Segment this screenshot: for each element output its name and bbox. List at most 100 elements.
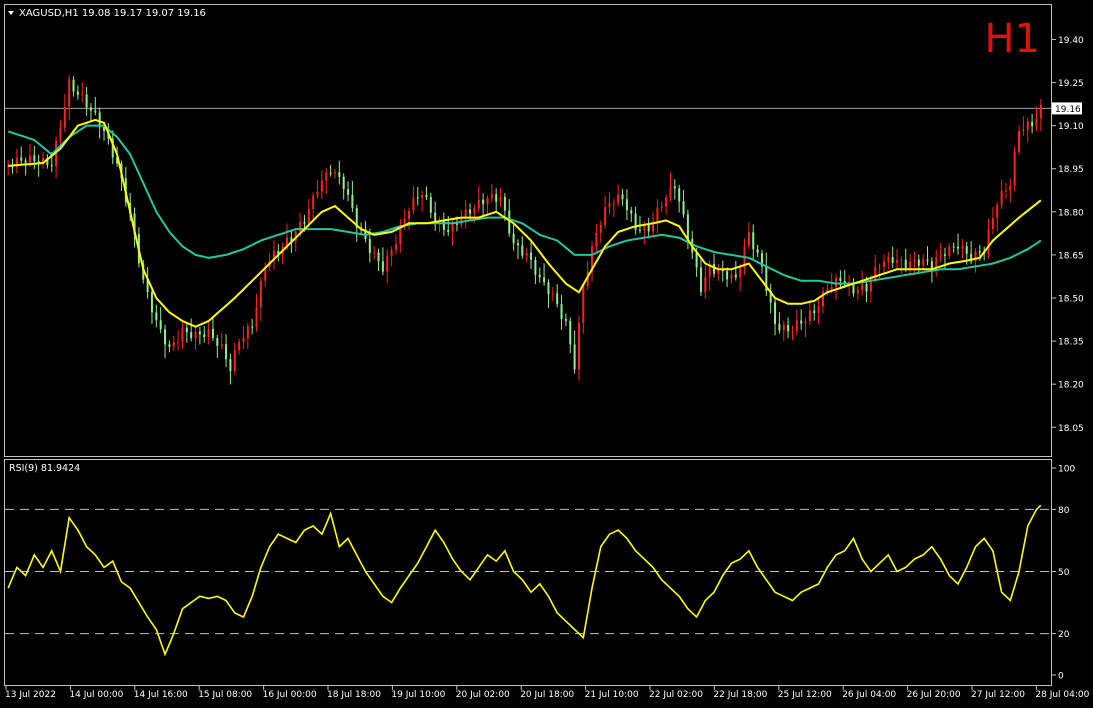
candle-body[interactable]: [342, 176, 345, 190]
candle-body[interactable]: [233, 349, 236, 372]
candle-body[interactable]: [1035, 118, 1038, 127]
candle-body[interactable]: [416, 197, 419, 199]
candle-body[interactable]: [726, 271, 729, 280]
candle-body[interactable]: [791, 330, 794, 332]
candle-body[interactable]: [81, 94, 84, 96]
candle-body[interactable]: [242, 338, 245, 342]
candle-body[interactable]: [220, 344, 223, 346]
candle-body[interactable]: [943, 254, 946, 256]
candle-body[interactable]: [856, 289, 859, 294]
candle-body[interactable]: [381, 261, 384, 272]
candle-body[interactable]: [394, 244, 397, 250]
candle-body[interactable]: [1018, 131, 1021, 152]
candle-body[interactable]: [229, 359, 232, 372]
candle-body[interactable]: [739, 267, 742, 278]
candle-body[interactable]: [512, 233, 515, 244]
candle-body[interactable]: [325, 172, 328, 181]
candle-body[interactable]: [333, 172, 336, 174]
candle-body[interactable]: [185, 327, 188, 333]
candle-body[interactable]: [556, 293, 559, 305]
candle-body[interactable]: [255, 307, 258, 328]
candle-body[interactable]: [530, 252, 533, 260]
candle-body[interactable]: [347, 189, 350, 195]
candle-body[interactable]: [159, 320, 162, 330]
candle-body[interactable]: [1013, 151, 1016, 186]
candle-body[interactable]: [68, 79, 71, 107]
candle-body[interactable]: [534, 259, 537, 275]
candle-body[interactable]: [469, 209, 472, 214]
symbol-header[interactable]: XAGUSD,H1 19.08 19.17 19.07 19.16: [8, 8, 206, 19]
candle-body[interactable]: [961, 246, 964, 249]
candle-body[interactable]: [50, 165, 53, 167]
trading-chart[interactable]: 19.40 19.25 19.10 18.95 18.80 18.65 18.50 18.35…: [0, 0, 1093, 708]
candle-body[interactable]: [913, 259, 916, 262]
candle-body[interactable]: [150, 292, 153, 313]
candle-body[interactable]: [804, 321, 807, 324]
candle-body[interactable]: [861, 284, 864, 290]
candle-body[interactable]: [787, 324, 790, 332]
candle-body[interactable]: [190, 332, 193, 339]
candle-body[interactable]: [595, 232, 598, 247]
candle-body[interactable]: [490, 194, 493, 199]
candle-body[interactable]: [312, 195, 315, 210]
candle-body[interactable]: [390, 249, 393, 256]
candle-body[interactable]: [882, 261, 885, 267]
candle-body[interactable]: [922, 259, 925, 266]
candle-body[interactable]: [172, 342, 175, 347]
candle-body[interactable]: [577, 322, 580, 370]
candle-body[interactable]: [617, 194, 620, 203]
candle-body[interactable]: [800, 320, 803, 324]
candle-body[interactable]: [547, 282, 550, 295]
candle-body[interactable]: [734, 274, 737, 278]
candle-body[interactable]: [560, 304, 563, 320]
candle-body[interactable]: [835, 277, 838, 288]
candle-body[interactable]: [164, 329, 167, 345]
candle-body[interactable]: [656, 207, 659, 222]
candle-body[interactable]: [647, 224, 650, 232]
candle-body[interactable]: [216, 337, 219, 346]
candle-body[interactable]: [564, 319, 567, 321]
candle-body[interactable]: [246, 326, 249, 339]
candle-body[interactable]: [682, 201, 685, 215]
candle-body[interactable]: [28, 155, 31, 163]
candle-body[interactable]: [730, 274, 733, 280]
candle-body[interactable]: [198, 331, 201, 335]
candle-body[interactable]: [621, 194, 624, 200]
candle-body[interactable]: [373, 252, 376, 254]
candle-body[interactable]: [900, 259, 903, 261]
candle-body[interactable]: [686, 214, 689, 240]
candle-body[interactable]: [991, 218, 994, 229]
candle-body[interactable]: [782, 324, 785, 331]
candle-body[interactable]: [1004, 190, 1007, 192]
candle-body[interactable]: [599, 224, 602, 233]
candle-body[interactable]: [713, 264, 716, 274]
candle-body[interactable]: [582, 286, 585, 323]
candle-body[interactable]: [429, 197, 432, 213]
candle-body[interactable]: [957, 246, 960, 249]
candle-body[interactable]: [909, 261, 912, 268]
candle-body[interactable]: [1000, 190, 1003, 205]
candle-body[interactable]: [625, 199, 628, 211]
candle-body[interactable]: [638, 229, 641, 231]
candle-body[interactable]: [103, 127, 106, 131]
candle-body[interactable]: [368, 239, 371, 253]
candle-body[interactable]: [259, 280, 262, 308]
candle-body[interactable]: [604, 207, 607, 225]
candle-body[interactable]: [521, 245, 524, 256]
candle-body[interactable]: [251, 326, 254, 328]
candle-body[interactable]: [33, 155, 36, 162]
candle-body[interactable]: [525, 252, 528, 256]
candle-body[interactable]: [665, 197, 668, 207]
candle-body[interactable]: [495, 194, 498, 202]
candle-body[interactable]: [669, 186, 672, 198]
candle-body[interactable]: [238, 341, 241, 350]
candle-body[interactable]: [538, 274, 541, 278]
candle-body[interactable]: [203, 334, 206, 338]
candle-body[interactable]: [926, 259, 929, 262]
candle-body[interactable]: [747, 232, 750, 246]
candle-body[interactable]: [865, 284, 868, 292]
candle-body[interactable]: [904, 259, 907, 268]
candle-body[interactable]: [808, 310, 811, 322]
candle-body[interactable]: [756, 249, 759, 254]
candle-body[interactable]: [996, 204, 999, 219]
